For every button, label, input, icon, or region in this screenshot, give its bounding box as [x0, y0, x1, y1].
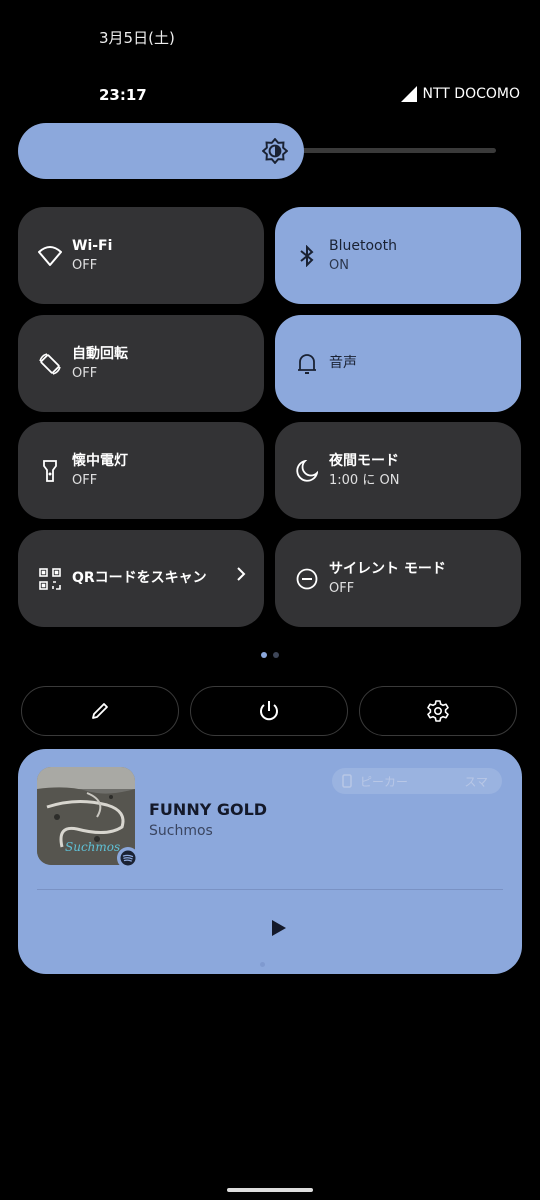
tile-label: 夜間モード: [329, 452, 399, 469]
rotate-icon: [38, 352, 62, 376]
artist-name: Suchmos: [149, 823, 213, 839]
bell-icon: [295, 352, 319, 376]
flashlight-icon: [38, 459, 62, 483]
phone-icon: [342, 774, 352, 788]
art-logo: Suchmos: [65, 840, 120, 854]
tile-auto-rotate[interactable]: 自動回転 OFF: [18, 315, 264, 412]
settings-button[interactable]: [359, 686, 517, 736]
tile-label: サイレント モード: [329, 560, 446, 577]
bluetooth-icon: [295, 244, 319, 268]
tile-label: 懐中電灯: [72, 452, 128, 469]
tile-silent-mode[interactable]: サイレント モード OFF: [275, 530, 521, 627]
tile-wifi[interactable]: Wi-Fi OFF: [18, 207, 264, 304]
power-icon: [260, 701, 278, 721]
gesture-nav-bar[interactable]: [227, 1188, 313, 1192]
tile-state: 1:00 に ON: [329, 472, 400, 488]
tile-flashlight[interactable]: 懐中電灯 OFF: [18, 422, 264, 519]
tile-label: QRコードをスキャン: [72, 570, 207, 586]
edit-button[interactable]: [21, 686, 179, 736]
status-time: 23:17: [99, 86, 147, 104]
tile-state: OFF: [72, 472, 98, 488]
page-dot: [273, 652, 279, 658]
power-button[interactable]: [190, 686, 348, 736]
carrier-name: NTT DOCOMO: [422, 86, 520, 102]
tile-label: 自動回転: [72, 345, 128, 362]
page-indicator: [261, 652, 279, 658]
carrier-info: NTT DOCOMO: [400, 86, 520, 102]
output-device-label: ピーカー: [360, 774, 409, 789]
signal-icon: [400, 86, 417, 102]
tile-bluetooth[interactable]: Bluetooth ON: [275, 207, 521, 304]
tile-qr-scan[interactable]: QRコードをスキャン: [18, 530, 264, 627]
brightness-track[interactable]: [300, 148, 496, 153]
tile-state: OFF: [72, 257, 98, 273]
tile-state: ON: [329, 257, 349, 273]
brightness-icon: [262, 138, 288, 164]
output-device-chip[interactable]: ピーカー スマ: [332, 768, 502, 794]
output-device-more: スマ: [464, 774, 488, 789]
chevron-right-icon: [237, 567, 246, 581]
status-date: 3月5日(土): [99, 29, 175, 47]
settings-icon: [427, 700, 449, 722]
spotify-icon: [117, 847, 139, 869]
tile-label: Wi-Fi: [72, 237, 113, 254]
media-divider: [37, 889, 503, 890]
wifi-icon: [38, 244, 62, 268]
edit-icon: [92, 703, 108, 719]
moon-icon: [295, 459, 319, 483]
play-icon[interactable]: [266, 916, 290, 940]
tile-label: Bluetooth: [329, 237, 397, 254]
song-title: FUNNY GOLD: [149, 800, 268, 819]
page-dot: [261, 652, 267, 658]
media-page-indicator: [260, 962, 265, 967]
tile-night-mode[interactable]: 夜間モード 1:00 に ON: [275, 422, 521, 519]
tile-state: OFF: [72, 365, 98, 381]
tile-sound[interactable]: 音声: [275, 315, 521, 412]
tile-state: OFF: [329, 580, 355, 596]
dnd-icon: [295, 567, 319, 591]
tile-label: 音声: [329, 355, 357, 371]
qr-icon: [38, 567, 62, 591]
